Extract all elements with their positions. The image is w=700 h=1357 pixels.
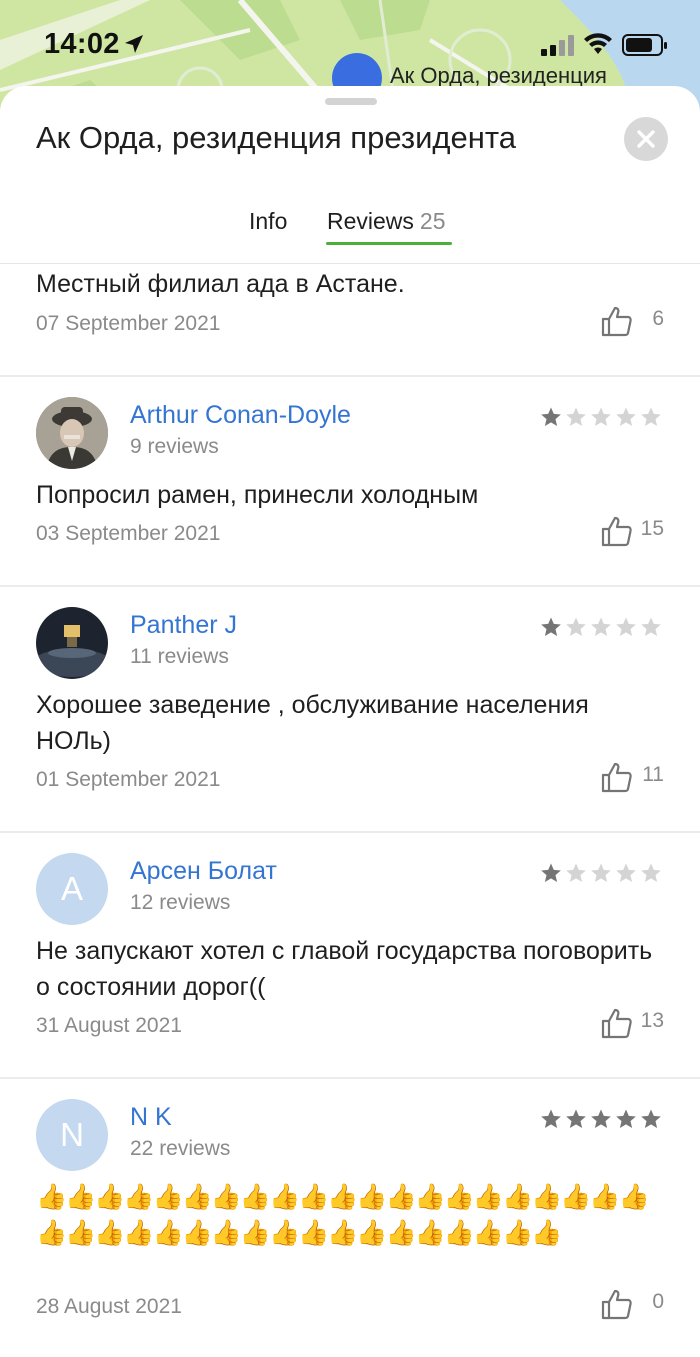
star-filled-icon xyxy=(591,1109,611,1128)
star-empty-icon xyxy=(616,863,636,882)
tab-reviews[interactable]: Reviews 25 xyxy=(327,208,446,235)
tab-bar: Info Reviews 25 xyxy=(0,196,700,264)
review-author[interactable]: Арсен Болат xyxy=(130,857,277,886)
like-count: 6 xyxy=(652,307,664,330)
tab-info[interactable]: Info xyxy=(249,208,287,235)
like-button[interactable]: 0 xyxy=(600,1287,664,1321)
review-text: Хорошее заведение , обслуживание населен… xyxy=(36,691,589,755)
star-empty-icon xyxy=(641,617,661,636)
rating-stars xyxy=(540,862,664,884)
like-count: 0 xyxy=(652,1290,664,1313)
wifi-icon xyxy=(584,33,612,54)
avatar-photo xyxy=(36,607,108,679)
rating-stars xyxy=(540,406,664,428)
review-text: Не запускают хотел с главой государства … xyxy=(36,937,653,1001)
star-empty-icon xyxy=(641,407,661,426)
like-count: 13 xyxy=(640,1009,664,1032)
review-date: 28 August 2021 xyxy=(36,1295,182,1318)
avatar-photo xyxy=(36,397,108,469)
avatar[interactable]: N xyxy=(36,1099,108,1171)
avatar[interactable] xyxy=(36,607,108,679)
thumbs-up-icon xyxy=(601,1008,632,1039)
battery-icon xyxy=(622,34,667,56)
review-date: 01 September 2021 xyxy=(36,768,221,791)
like-count: 15 xyxy=(640,517,664,540)
avatar[interactable]: A xyxy=(36,853,108,925)
review-item: Arthur Conan-Doyle 9 reviews Попросил ра… xyxy=(0,377,700,587)
author-review-count: 22 reviews xyxy=(130,1137,231,1160)
avatar[interactable] xyxy=(36,397,108,469)
like-button[interactable]: 6 xyxy=(600,304,664,338)
star-filled-icon xyxy=(616,1109,636,1128)
review-item: A Арсен Болат 12 reviews Не запускают хо… xyxy=(0,833,700,1079)
star-filled-icon xyxy=(641,1109,661,1128)
place-title: Ак Орда, резиденция президента xyxy=(36,120,516,155)
review-date: 31 August 2021 xyxy=(36,1014,182,1037)
status-bar: 14:02 xyxy=(0,0,700,90)
status-time: 14:02 xyxy=(44,28,120,60)
rating-stars xyxy=(540,1108,664,1130)
author-review-count: 11 reviews xyxy=(130,645,229,668)
author-review-count: 12 reviews xyxy=(130,891,231,914)
tab-info-label: Info xyxy=(249,208,288,234)
review-date: 03 September 2021 xyxy=(36,522,221,545)
star-filled-icon xyxy=(541,863,561,882)
author-review-count: 9 reviews xyxy=(130,435,219,458)
active-tab-indicator xyxy=(326,242,452,245)
cellular-signal-icon xyxy=(541,35,574,56)
review-item: Местный филиал ада в Астане. 07 Septembe… xyxy=(0,264,700,377)
location-arrow-icon xyxy=(125,35,143,53)
thumbs-up-icon xyxy=(601,1289,632,1320)
thumbs-up-icon xyxy=(601,516,632,547)
star-empty-icon xyxy=(566,407,586,426)
star-filled-icon xyxy=(541,407,561,426)
tab-reviews-count: 25 xyxy=(419,208,446,234)
star-empty-icon xyxy=(566,863,586,882)
review-author[interactable]: Panther J xyxy=(130,611,237,640)
review-item: N N K 22 reviews 👍👍👍👍👍👍👍👍👍👍👍👍👍👍👍👍👍👍👍👍👍👍👍… xyxy=(0,1079,700,1357)
like-button[interactable]: 13 xyxy=(600,1006,664,1040)
star-empty-icon xyxy=(616,407,636,426)
place-sheet: Ак Орда, резиденция президента Info Revi… xyxy=(0,86,700,1357)
close-button[interactable] xyxy=(624,117,668,161)
star-empty-icon xyxy=(591,863,611,882)
star-filled-icon xyxy=(566,1109,586,1128)
thumbs-up-icon xyxy=(601,762,632,793)
star-filled-icon xyxy=(541,617,561,636)
star-empty-icon xyxy=(591,407,611,426)
like-button[interactable]: 11 xyxy=(600,760,664,794)
star-empty-icon xyxy=(616,617,636,636)
like-count: 11 xyxy=(642,763,664,786)
rating-stars xyxy=(540,616,664,638)
review-text: Местный филиал ада в Астане. xyxy=(36,270,405,298)
close-icon xyxy=(637,130,655,148)
star-empty-icon xyxy=(591,617,611,636)
like-button[interactable]: 15 xyxy=(600,514,664,548)
review-text: 👍👍👍👍👍👍👍👍👍👍👍👍👍👍👍👍👍👍👍👍👍👍👍👍👍👍👍👍👍👍👍👍👍👍👍👍👍👍👍 xyxy=(36,1183,650,1247)
review-text: Попросил рамен, принесли холодным xyxy=(36,481,479,509)
review-author[interactable]: Arthur Conan-Doyle xyxy=(130,401,351,430)
sheet-grabber[interactable] xyxy=(325,98,377,105)
review-date: 07 September 2021 xyxy=(36,312,221,335)
tab-reviews-label: Reviews xyxy=(327,208,414,234)
thumbs-up-icon xyxy=(601,306,632,337)
review-author[interactable]: N K xyxy=(130,1103,172,1132)
star-filled-icon xyxy=(541,1109,561,1128)
star-empty-icon xyxy=(641,863,661,882)
star-empty-icon xyxy=(566,617,586,636)
review-item: Panther J 11 reviews Хорошее заведение ,… xyxy=(0,587,700,833)
